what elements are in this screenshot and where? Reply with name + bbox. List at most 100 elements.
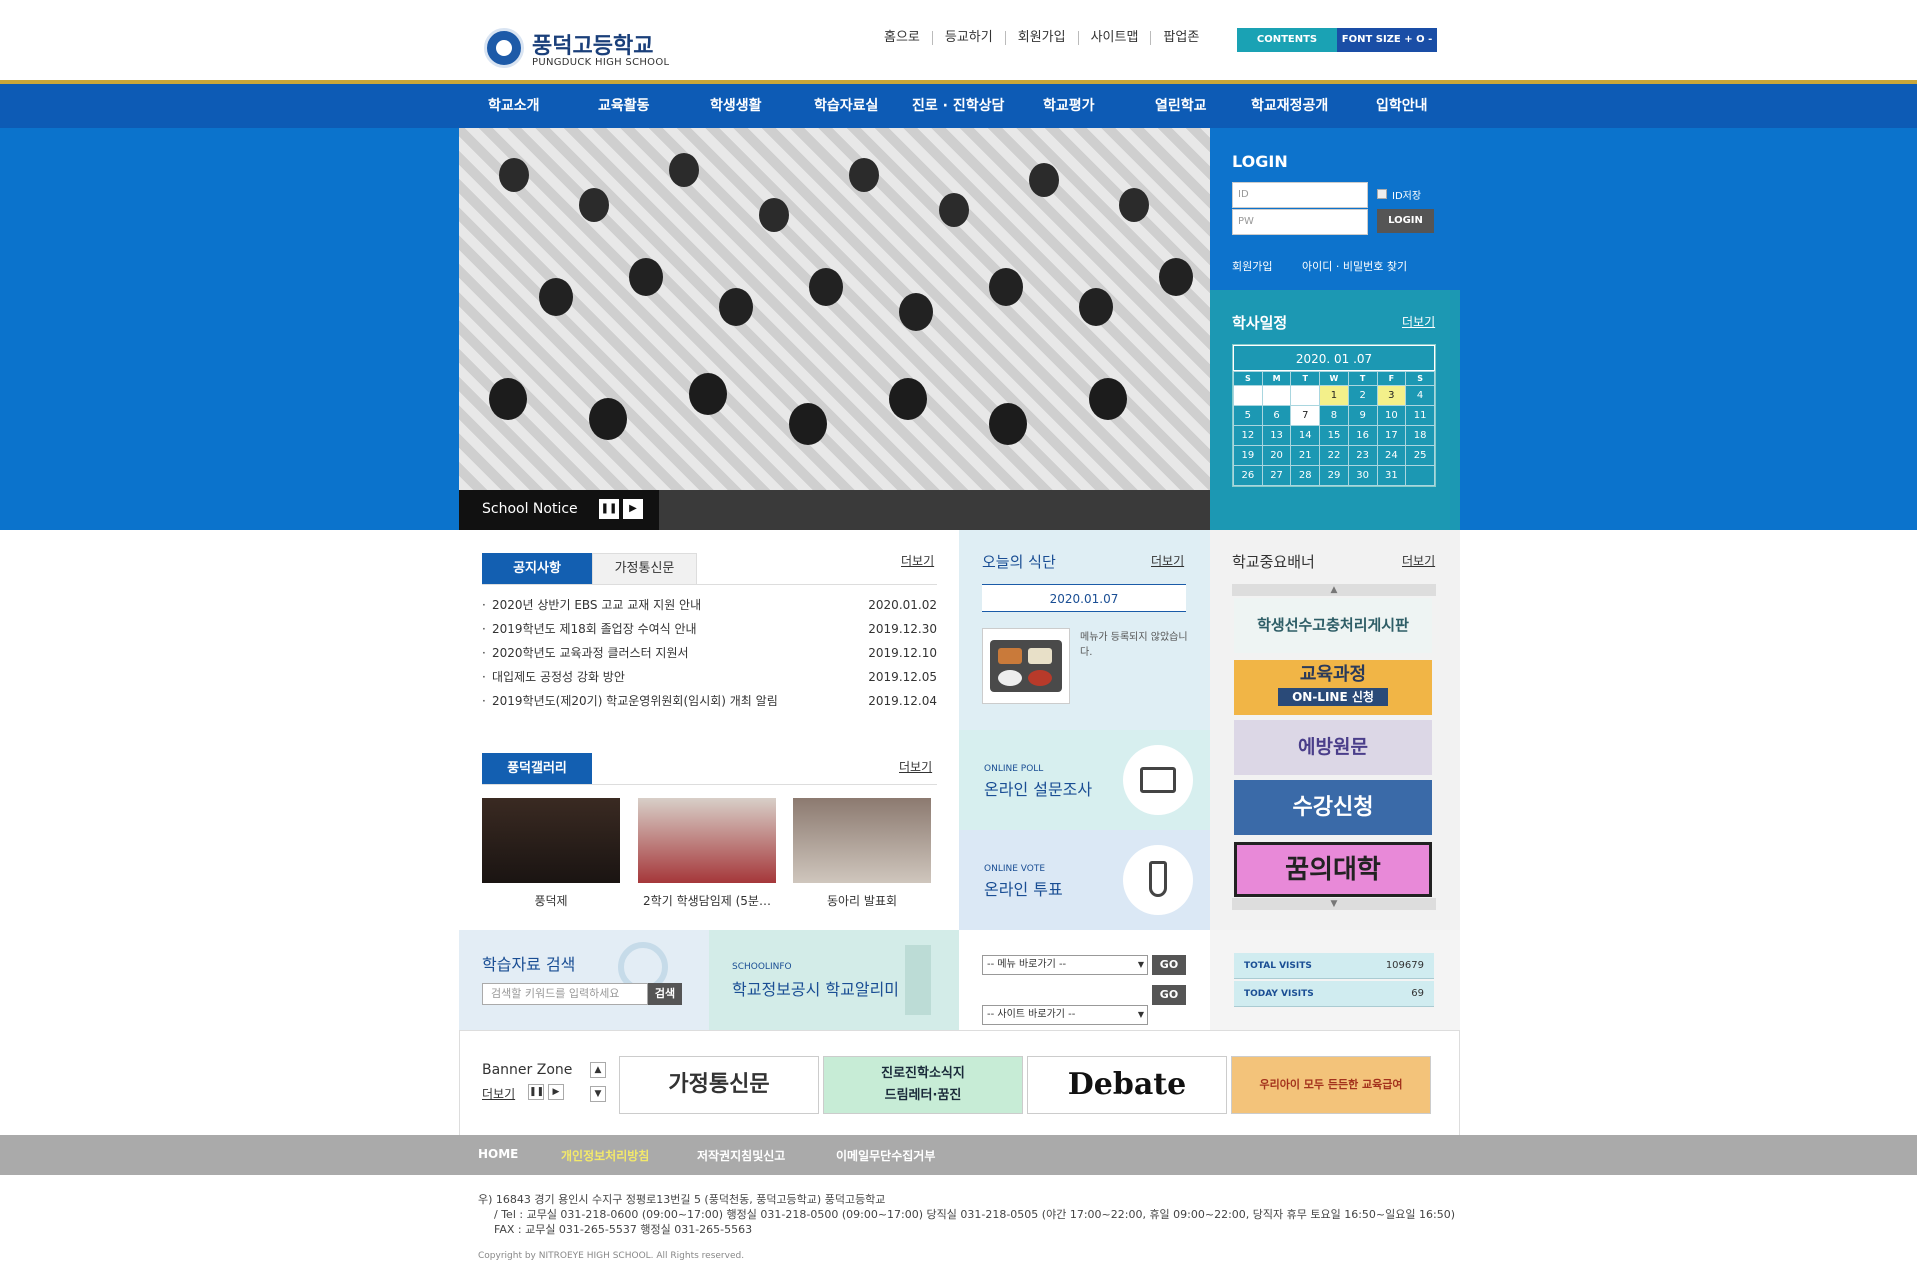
gallery-thumb[interactable] <box>482 798 620 883</box>
banner-newsletter[interactable]: 가정통신문 <box>619 1056 819 1114</box>
pause-icon[interactable]: ❚❚ <box>599 499 619 519</box>
tab-notice[interactable]: 공지사항 <box>482 553 592 585</box>
calendar-day[interactable]: 12 <box>1233 425 1263 446</box>
site-select[interactable]: -- 사이트 바로가기 -- <box>982 1005 1148 1025</box>
calendar-day[interactable]: 2 <box>1347 385 1378 406</box>
schoolinfo-label[interactable]: 학교정보공시 학교알리미 <box>732 976 899 1000</box>
banner-career-news[interactable]: 진로진학소식지 드림레터·꿈진 <box>823 1056 1023 1114</box>
top-link-popup[interactable]: 팝업존 <box>1151 31 1211 45</box>
gallery-caption[interactable]: 풍덕제 <box>482 892 620 909</box>
notice-item[interactable]: 2020년 상반기 EBS 고교 교재 지원 안내 2020.01.02 <box>482 596 937 620</box>
calendar-day[interactable]: 13 <box>1261 425 1292 446</box>
calendar-day[interactable]: 3 <box>1376 385 1407 406</box>
gallery-more-link[interactable]: 더보기 <box>899 758 932 775</box>
calendar-day[interactable]: 31 <box>1376 465 1407 486</box>
notice-item-title[interactable]: 2020년 상반기 EBS 고교 교재 지원 안내 <box>482 596 701 620</box>
notice-more-link[interactable]: 더보기 <box>901 552 934 569</box>
menu-select[interactable]: -- 메뉴 바로가기 -- <box>982 955 1148 975</box>
calendar-day[interactable]: 30 <box>1347 465 1378 486</box>
gallery-caption[interactable]: 동아리 발표회 <box>793 892 931 909</box>
meal-more-link[interactable]: 더보기 <box>1151 552 1184 569</box>
footer-link-home[interactable]: HOME <box>478 1147 518 1161</box>
vote-label[interactable]: 온라인 투표 <box>984 876 1063 900</box>
notice-item-title[interactable]: 2019학년도 제18회 졸업장 수여식 안내 <box>482 620 697 644</box>
chevron-up-icon[interactable]: ▲ <box>590 1062 606 1078</box>
calendar-day[interactable]: 18 <box>1405 425 1435 446</box>
banner-debate[interactable]: Debate <box>1027 1056 1227 1114</box>
next-icon[interactable]: ▶ <box>548 1084 564 1100</box>
calendar-day[interactable]: 6 <box>1261 405 1292 426</box>
banner-course-registration[interactable]: 수강신청 <box>1234 780 1432 835</box>
menu-go-button[interactable]: GO <box>1152 955 1186 975</box>
gallery-thumb[interactable] <box>793 798 931 883</box>
nav-evaluation[interactable]: 학교평가 <box>1043 95 1095 115</box>
find-account-link[interactable]: 아이디 · 비밀번호 찾기 <box>1302 258 1407 274</box>
chevron-down-icon[interactable]: ▼ <box>1232 898 1436 910</box>
notice-item[interactable]: 2020학년도 교육과정 클러스터 지원서 2019.12.10 <box>482 644 937 668</box>
gallery-thumb[interactable] <box>638 798 776 883</box>
id-save-checkbox[interactable] <box>1377 189 1387 199</box>
notice-item[interactable]: 2019학년도(제20기) 학교운영위원회(임시회) 개최 알림 2019.12.… <box>482 692 937 716</box>
calendar-day[interactable]: 15 <box>1319 425 1349 446</box>
notice-item[interactable]: 대입제도 공정성 강화 방안 2019.12.05 <box>482 668 937 692</box>
calendar-day[interactable]: 25 <box>1405 445 1435 466</box>
school-notice-label[interactable]: School Notice <box>482 501 578 517</box>
calendar-day[interactable]: 26 <box>1233 465 1263 486</box>
nav-student-life[interactable]: 학생생활 <box>710 95 762 115</box>
top-link-join[interactable]: 회원가입 <box>1006 31 1079 45</box>
banner-prevention[interactable]: 에방원문 <box>1234 720 1432 775</box>
calendar-day[interactable]: 5 <box>1233 405 1263 426</box>
chevron-up-icon[interactable]: ▲ <box>1232 584 1436 596</box>
poll-label[interactable]: 온라인 설문조사 <box>984 776 1092 800</box>
calendar-day[interactable]: 27 <box>1261 465 1292 486</box>
notice-item[interactable]: 2019학년도 제18회 졸업장 수여식 안내 2019.12.30 <box>482 620 937 644</box>
banner-athlete-grievance[interactable]: 학생선수고충처리게시판 <box>1234 598 1432 653</box>
top-link-attend[interactable]: 등교하기 <box>933 31 1006 45</box>
calendar-day[interactable]: 20 <box>1261 445 1292 466</box>
gallery-caption[interactable]: 2학기 학생담임제 (5분… <box>638 892 776 909</box>
calendar-day[interactable]: 21 <box>1290 445 1321 466</box>
tab-newsletter[interactable]: 가정통신문 <box>592 553 697 585</box>
calendar-day[interactable]: 9 <box>1347 405 1378 426</box>
pw-input[interactable]: PW <box>1232 209 1368 235</box>
next-icon[interactable]: ▶ <box>623 499 643 519</box>
school-banner-more-link[interactable]: 더보기 <box>1402 552 1435 569</box>
join-link[interactable]: 회원가입 <box>1232 258 1272 274</box>
nav-open-school[interactable]: 열린학교 <box>1155 95 1207 115</box>
chevron-down-icon[interactable]: ▼ <box>590 1086 606 1102</box>
banner-curriculum[interactable]: 교육과정 ON-LINE 신청 <box>1234 660 1432 715</box>
calendar-day[interactable]: 14 <box>1290 425 1321 446</box>
top-link-home[interactable]: 홈으로 <box>872 31 933 45</box>
banner-dream-university[interactable]: 꿈의대학 <box>1234 842 1432 897</box>
calendar-more-link[interactable]: 더보기 <box>1402 313 1435 330</box>
calendar-day[interactable]: 24 <box>1376 445 1407 466</box>
font-size-button[interactable]: FONT SIZE + O - <box>1337 28 1437 52</box>
calendar-day[interactable]: 8 <box>1319 405 1349 426</box>
calendar-day[interactable]: 23 <box>1347 445 1378 466</box>
banner-zone-more-link[interactable]: 더보기 <box>482 1085 515 1102</box>
calendar-day[interactable]: 22 <box>1319 445 1349 466</box>
nav-admission[interactable]: 입학안내 <box>1376 95 1428 115</box>
top-link-sitemap[interactable]: 사이트맵 <box>1079 31 1152 45</box>
notice-item-title[interactable]: 2019학년도(제20기) 학교운영위원회(임시회) 개최 알림 <box>482 692 778 716</box>
calendar-day[interactable]: 4 <box>1405 385 1435 406</box>
search-input[interactable]: 검색할 키워드를 입력하세요 <box>482 983 648 1005</box>
search-button[interactable]: 검색 <box>648 983 682 1005</box>
footer-link-privacy[interactable]: 개인정보처리방침 <box>561 1147 649 1164</box>
nav-career[interactable]: 진로 · 진학상담 <box>912 95 1004 115</box>
calendar-day[interactable]: 11 <box>1405 405 1435 426</box>
footer-link-email[interactable]: 이메일무단수집거부 <box>836 1147 935 1164</box>
nav-education[interactable]: 교육활동 <box>598 95 650 115</box>
calendar-day[interactable]: 16 <box>1347 425 1378 446</box>
login-button[interactable]: LOGIN <box>1377 209 1434 233</box>
notice-item-title[interactable]: 대입제도 공정성 강화 방안 <box>482 668 625 692</box>
contents-button[interactable]: CONTENTS <box>1237 28 1337 52</box>
footer-link-copyright[interactable]: 저작권지침및신고 <box>697 1147 785 1164</box>
calendar-day[interactable]: 17 <box>1376 425 1407 446</box>
id-input[interactable]: ID <box>1232 182 1368 208</box>
calendar-day[interactable]: 29 <box>1319 465 1349 486</box>
notice-item-title[interactable]: 2020학년도 교육과정 클러스터 지원서 <box>482 644 689 668</box>
nav-about[interactable]: 학교소개 <box>488 95 540 115</box>
school-name[interactable]: 풍덕고등학교 <box>532 28 653 60</box>
calendar-day[interactable]: 1 <box>1319 385 1349 406</box>
